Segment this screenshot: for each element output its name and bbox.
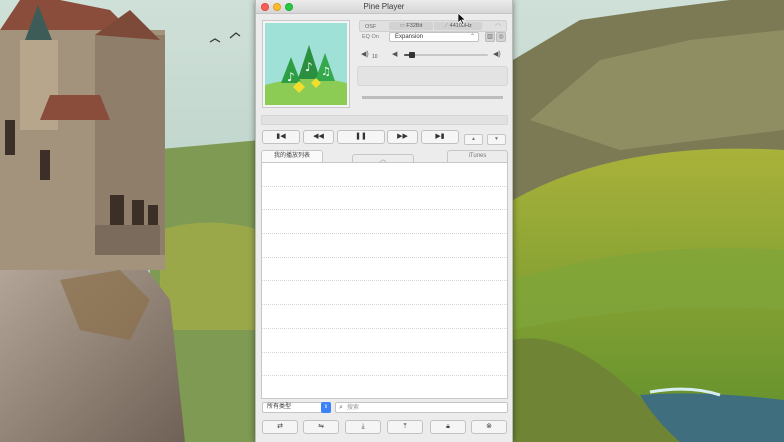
speaker-icon: ◀): [361, 51, 369, 58]
volume-down-icon[interactable]: ◀: [392, 50, 397, 58]
rewind-button[interactable]: ◀◀: [303, 130, 334, 144]
search-input[interactable]: [347, 403, 505, 412]
table-row[interactable]: [262, 281, 507, 306]
eq-toggle-icon[interactable]: ◎: [496, 32, 506, 42]
file-type-value: 所有类型: [267, 404, 292, 410]
title-bar[interactable]: Pine Player: [256, 0, 512, 14]
next-track-button[interactable]: ▶▮: [421, 130, 459, 144]
eq-settings-icon[interactable]: ▥: [485, 32, 495, 42]
playback-progress-bar[interactable]: [362, 96, 503, 99]
eq-row: EQ On Expansion ⌃ ▥ ◎: [359, 32, 507, 43]
table-row[interactable]: [262, 258, 507, 282]
scroll-up-button[interactable]: ▲: [464, 134, 483, 145]
track-info-display: [357, 66, 508, 86]
eq-status-label: EQ On: [362, 34, 379, 40]
table-row[interactable]: [262, 376, 507, 398]
album-artwork: ♪ ♪ ♫: [262, 20, 350, 108]
select-chevron-icon: ⌃: [469, 34, 475, 40]
table-row[interactable]: [262, 305, 507, 329]
bit-depth-badge: ▭ F32Bit: [389, 22, 433, 30]
shuffle-button[interactable]: ⇋: [303, 420, 339, 434]
table-row[interactable]: [262, 353, 507, 377]
export-button[interactable]: ⤒: [387, 420, 423, 434]
svg-text:♫: ♫: [321, 65, 331, 78]
eq-preset-value: Expansion: [395, 34, 424, 40]
repeat-button[interactable]: ⇄: [262, 420, 298, 434]
table-row[interactable]: [262, 187, 507, 211]
import-icon: ⤓: [361, 423, 365, 430]
search-icon: ⌕: [339, 404, 343, 411]
volume-slider[interactable]: [404, 52, 488, 58]
bit-depth-value: F32Bit: [406, 23, 423, 29]
svg-text:♪: ♪: [305, 60, 313, 74]
volume-level-label: 10: [372, 54, 378, 60]
audio-info-strip: OSF ▭ F32Bit ⟋ 44100Hz ◠: [359, 20, 507, 32]
clear-button[interactable]: ⊗: [471, 420, 507, 434]
pine-player-window: Pine Player ♪ ♪ ♫ OSF ▭ F32Bit ⟋ 44100Hz…: [255, 0, 513, 442]
previous-track-button[interactable]: ▮◀: [262, 130, 300, 144]
table-row[interactable]: [262, 329, 507, 353]
tab-label: iTunes: [468, 153, 487, 159]
skip-forward-icon: ▶▮: [435, 133, 445, 140]
scroll-down-button[interactable]: ▼: [487, 134, 506, 145]
import-button[interactable]: ⤓: [345, 420, 381, 434]
volume-thumb[interactable]: [409, 52, 416, 58]
playlist-table[interactable]: [261, 162, 508, 399]
pause-icon: ❚❚: [355, 133, 367, 140]
eq-preset-select[interactable]: Expansion ⌃: [389, 32, 479, 42]
pause-button[interactable]: ❚❚: [337, 130, 385, 144]
select-stepper-icon[interactable]: ⇕: [321, 402, 331, 413]
fast-forward-button[interactable]: ▶▶: [387, 130, 418, 144]
repeat-icon: ⇄: [277, 423, 283, 430]
export-icon: ⤒: [403, 423, 407, 430]
table-row[interactable]: [262, 234, 507, 258]
gauge-icon: ◠: [494, 23, 501, 30]
file-type-select[interactable]: 所有类型 ⇕: [262, 402, 331, 413]
volume-row: ◀) 10 ◀ ◀): [359, 50, 507, 60]
tab-my-playlist[interactable]: 我的播放列表: [261, 150, 323, 162]
pine-logo-icon: ♪ ♪ ♫: [265, 23, 347, 105]
window-title: Pine Player: [363, 2, 405, 11]
tab-label: 我的播放列表: [273, 153, 310, 159]
table-row[interactable]: [262, 210, 507, 235]
table-row[interactable]: [262, 163, 507, 187]
clear-icon: ⊗: [486, 423, 492, 430]
lock-icon: 🔒︎: [446, 423, 450, 430]
search-field[interactable]: ⌕: [335, 402, 508, 413]
progress-fill: [362, 96, 503, 99]
tab-itunes[interactable]: iTunes: [447, 150, 508, 162]
skip-back-icon: ▮◀: [276, 133, 286, 140]
triangle-down-icon: ▼: [494, 136, 499, 142]
lock-button[interactable]: 🔒︎: [430, 420, 466, 434]
shuffle-icon: ⇋: [318, 423, 324, 430]
status-bar: [261, 115, 508, 125]
svg-text:♪: ♪: [287, 70, 295, 84]
osf-label: OSF: [365, 24, 377, 30]
volume-up-icon[interactable]: ◀): [493, 50, 501, 58]
tab-toggle[interactable]: ︿: [352, 154, 414, 163]
mouse-cursor-icon: [458, 13, 466, 25]
fast-forward-icon: ▶▶: [397, 133, 408, 140]
triangle-up-icon: ▲: [471, 136, 476, 142]
rewind-icon: ◀◀: [313, 133, 324, 140]
